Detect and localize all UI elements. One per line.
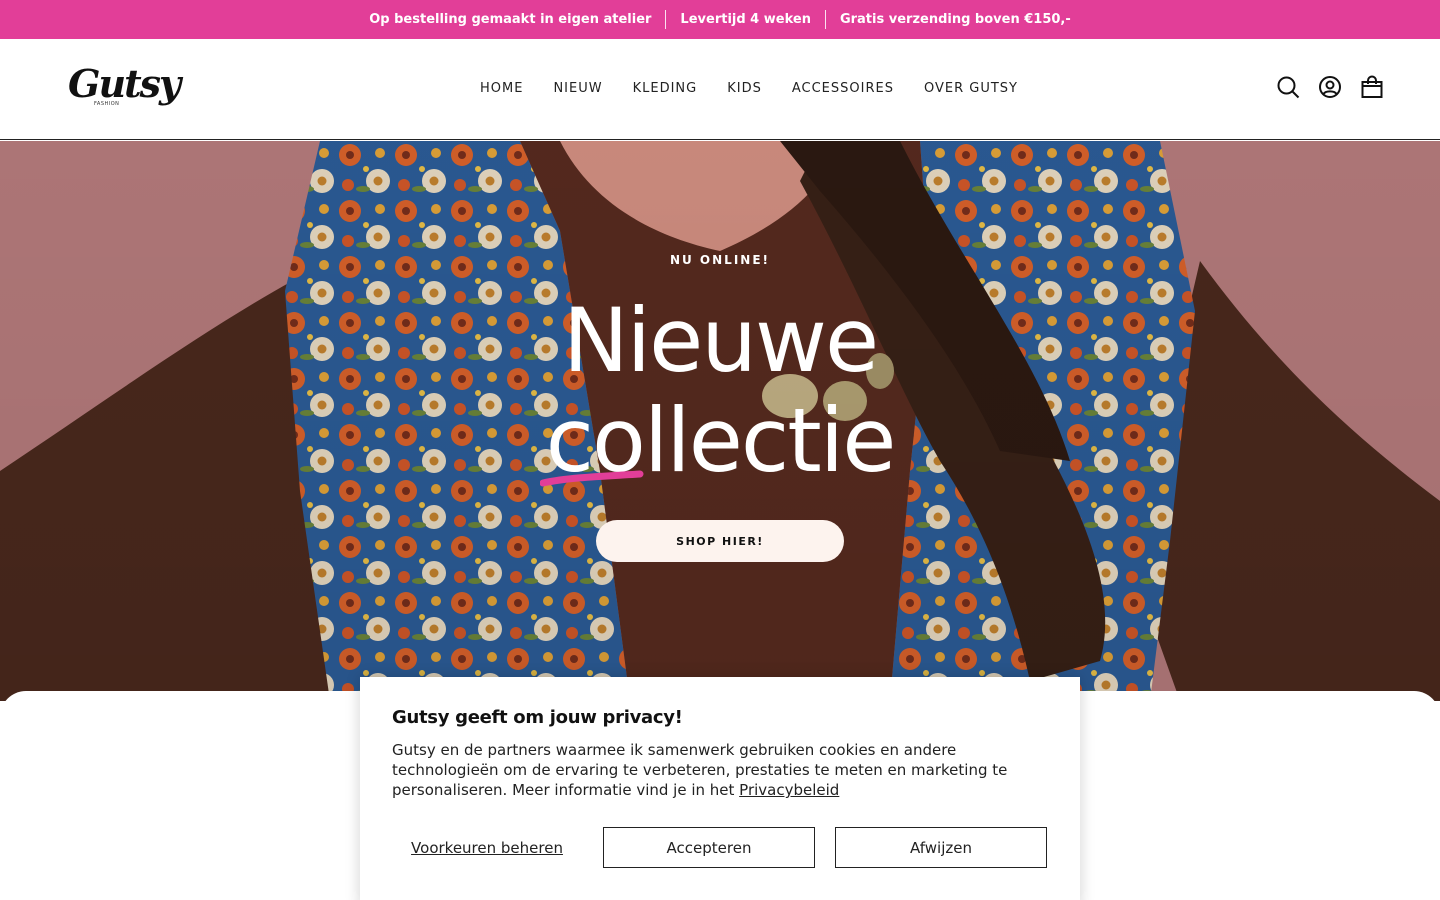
logo[interactable]: Gutsy FASHION [68,61,181,111]
hero-eyebrow: NU ONLINE! [669,253,771,267]
accept-button[interactable]: Accepteren [603,827,815,868]
decline-button[interactable]: Afwijzen [835,827,1047,868]
main-nav: HOME NIEUW KLEDING KIDS ACCESSOIRES OVER… [465,77,1033,101]
hero-title-underline [540,470,644,487]
nav-item-kids[interactable]: KIDS [712,77,777,101]
nav-item-accessoires[interactable]: ACCESSOIRES [777,77,909,101]
site-header: Gutsy FASHION HOME NIEUW KLEDING KIDS AC… [0,39,1440,140]
hero-title: Nieuwe collectie [0,291,1440,491]
cart-icon[interactable] [1360,75,1384,99]
account-icon[interactable] [1318,75,1342,99]
hero-banner: NU ONLINE! Nieuwe collectie SHOP HIER! [0,141,1440,701]
privacy-policy-link[interactable]: Privacybeleid [739,781,839,799]
hero-title-line-1: Nieuwe [562,289,879,392]
search-icon[interactable] [1276,75,1300,99]
hero-title-line-2: collectie [545,389,897,492]
logo-text: Gutsy [68,61,181,106]
cookie-text: Gutsy en de partners waarmee ik samenwer… [392,740,1052,800]
cookie-description: Gutsy en de partners waarmee ik samenwer… [392,741,1008,799]
nav-item-kleding[interactable]: KLEDING [618,77,713,101]
cookie-title: Gutsy geeft om jouw privacy! [392,707,683,728]
announcement-item-verzending: Gratis verzending boven €150,- [839,12,1071,27]
manage-preferences-button[interactable]: Voorkeuren beheren [392,827,582,868]
header-icons [1276,75,1384,99]
cookie-banner: Gutsy geeft om jouw privacy! Gutsy en de… [360,677,1080,900]
nav-item-home[interactable]: HOME [465,77,538,101]
cookie-actions: Voorkeuren beheren Accepteren Afwijzen [392,827,1048,868]
shop-here-button[interactable]: SHOP HIER! [596,520,844,562]
announcement-item-levertijd: Levertijd 4 weken [680,12,811,27]
logo-subtext: FASHION [94,101,120,107]
nav-item-over-gutsy[interactable]: OVER GUTSY [909,77,1033,101]
announcement-bar: Op bestelling gemaakt in eigen atelier L… [0,0,1440,39]
nav-item-nieuw[interactable]: NIEUW [538,77,617,101]
announcement-item-atelier: Op bestelling gemaakt in eigen atelier [369,12,652,27]
